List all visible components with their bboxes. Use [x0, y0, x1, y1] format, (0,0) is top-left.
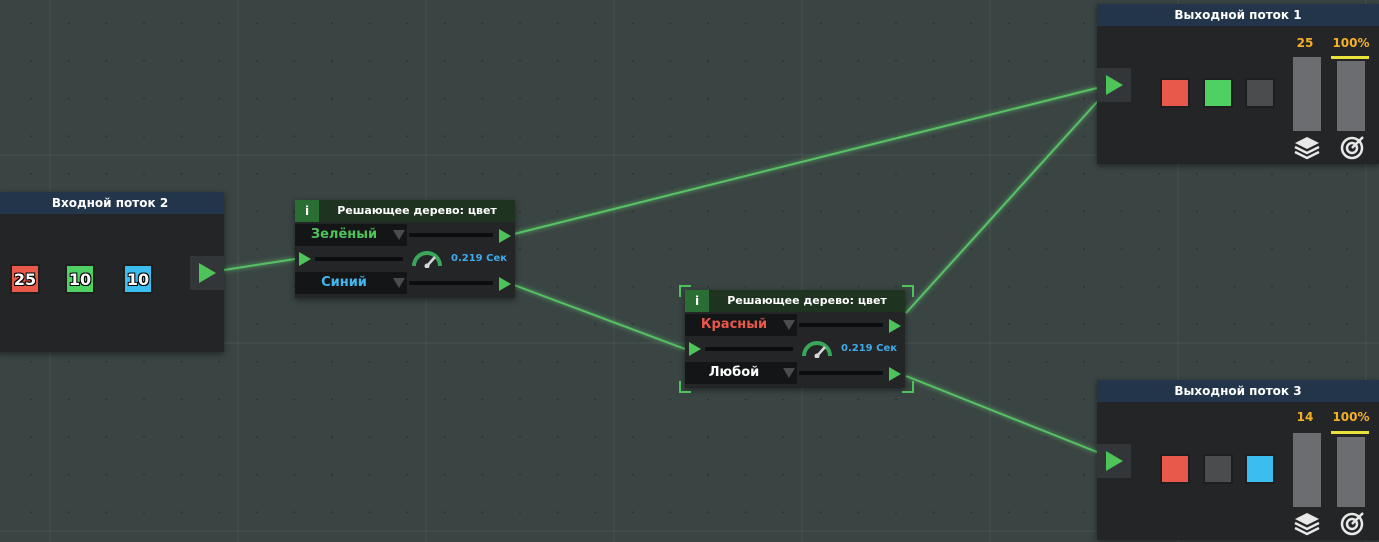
- branch-1-label: Зелёный: [310, 227, 378, 242]
- slot-empty: [1203, 454, 1233, 484]
- branch-1-output-port[interactable]: [499, 229, 511, 243]
- stream-percent: 100%: [1332, 410, 1370, 424]
- branch-1-line: [409, 233, 493, 237]
- branch-2-output-port[interactable]: [499, 277, 511, 291]
- play-icon: [198, 263, 216, 283]
- target-icon: [1340, 512, 1364, 536]
- stream-count: 14: [1296, 410, 1314, 424]
- decision-timer: 0.219 Сек: [451, 253, 508, 264]
- branch-2-label: Любой: [708, 365, 760, 380]
- branch-1-output-port[interactable]: [889, 319, 901, 333]
- stream-count: 25: [1296, 36, 1314, 50]
- branch-2-line: [799, 371, 883, 375]
- output-input-port[interactable]: [1097, 444, 1131, 478]
- input-line: [315, 257, 403, 261]
- decision-tree-node-1[interactable]: i Решающее дерево: цвет Зелёный 0.219 Се…: [295, 200, 515, 298]
- selection-corner-tr: [902, 285, 914, 297]
- play-icon: [1105, 451, 1123, 471]
- branch-2-selector[interactable]: Синий: [295, 272, 407, 294]
- selection-corner-tl: [679, 285, 691, 297]
- slot-red: [1160, 78, 1190, 108]
- dropdown-arrow-icon: [393, 230, 405, 240]
- wire-green-to-output1: [513, 87, 1098, 235]
- dropdown-arrow-icon: [783, 320, 795, 330]
- branch-1-selector[interactable]: Красный: [685, 314, 797, 336]
- output-stream-title: Выходной поток 3: [1097, 380, 1379, 402]
- play-icon: [1105, 75, 1123, 95]
- wire-red-to-output1: [905, 101, 1098, 314]
- token-blue: 10: [123, 264, 153, 294]
- dropdown-arrow-icon: [783, 368, 795, 378]
- dropdown-arrow-icon: [393, 278, 405, 288]
- input-line: [705, 347, 793, 351]
- decision-title: Решающее дерево: цвет: [727, 294, 887, 307]
- branch-1-label: Красный: [700, 317, 768, 332]
- wire-any-to-output3: [905, 375, 1098, 453]
- wire-blue-to-decision2: [513, 284, 686, 350]
- slot-green: [1203, 78, 1233, 108]
- branch-1-line: [799, 323, 883, 327]
- branch-2-selector[interactable]: Любой: [685, 362, 797, 384]
- target-icon: [1340, 136, 1364, 160]
- layers-icon: [1294, 137, 1320, 160]
- stream-percent: 100%: [1332, 36, 1370, 50]
- output-stream-node-1[interactable]: Выходной поток 1 25 100%: [1097, 4, 1379, 164]
- selection-corner-bl: [679, 381, 691, 393]
- percent-indicator: [1331, 431, 1369, 434]
- input-stream-node[interactable]: Входной поток 2 25 10 10: [0, 192, 224, 352]
- slot-red: [1160, 454, 1190, 484]
- layers-icon: [1294, 513, 1320, 536]
- branch-1-selector[interactable]: Зелёный: [295, 224, 407, 246]
- branch-2-line: [409, 281, 493, 285]
- decision-input-port[interactable]: [689, 342, 701, 356]
- slot-blue: [1245, 454, 1275, 484]
- decision-timer: 0.219 Сек: [841, 343, 898, 354]
- input-output-port[interactable]: [190, 256, 224, 290]
- info-button[interactable]: i: [295, 200, 319, 222]
- token-red: 25: [10, 264, 40, 294]
- output-stream-node-3[interactable]: Выходной поток 3 14 100%: [1097, 380, 1379, 540]
- wire-input-to-decision1: [223, 258, 296, 271]
- output-input-port[interactable]: [1097, 68, 1131, 102]
- count-bar: [1293, 57, 1321, 131]
- input-stream-title: Входной поток 2: [0, 192, 224, 214]
- speed-gauge-icon: [412, 251, 442, 268]
- token-green: 10: [65, 264, 95, 294]
- decision-title: Решающее дерево: цвет: [337, 204, 497, 217]
- branch-2-label: Синий: [321, 275, 367, 290]
- decision-tree-node-2[interactable]: i Решающее дерево: цвет Красный 0.219 Се…: [685, 290, 905, 388]
- output-stream-title: Выходной поток 1: [1097, 4, 1379, 26]
- percent-bar: [1337, 61, 1365, 131]
- selection-corner-br: [902, 381, 914, 393]
- slot-empty: [1245, 78, 1275, 108]
- count-bar: [1293, 433, 1321, 507]
- decision-input-port[interactable]: [299, 252, 311, 266]
- percent-bar: [1337, 437, 1365, 507]
- percent-indicator: [1331, 56, 1369, 59]
- branch-2-output-port[interactable]: [889, 367, 901, 381]
- speed-gauge-icon: [802, 341, 832, 358]
